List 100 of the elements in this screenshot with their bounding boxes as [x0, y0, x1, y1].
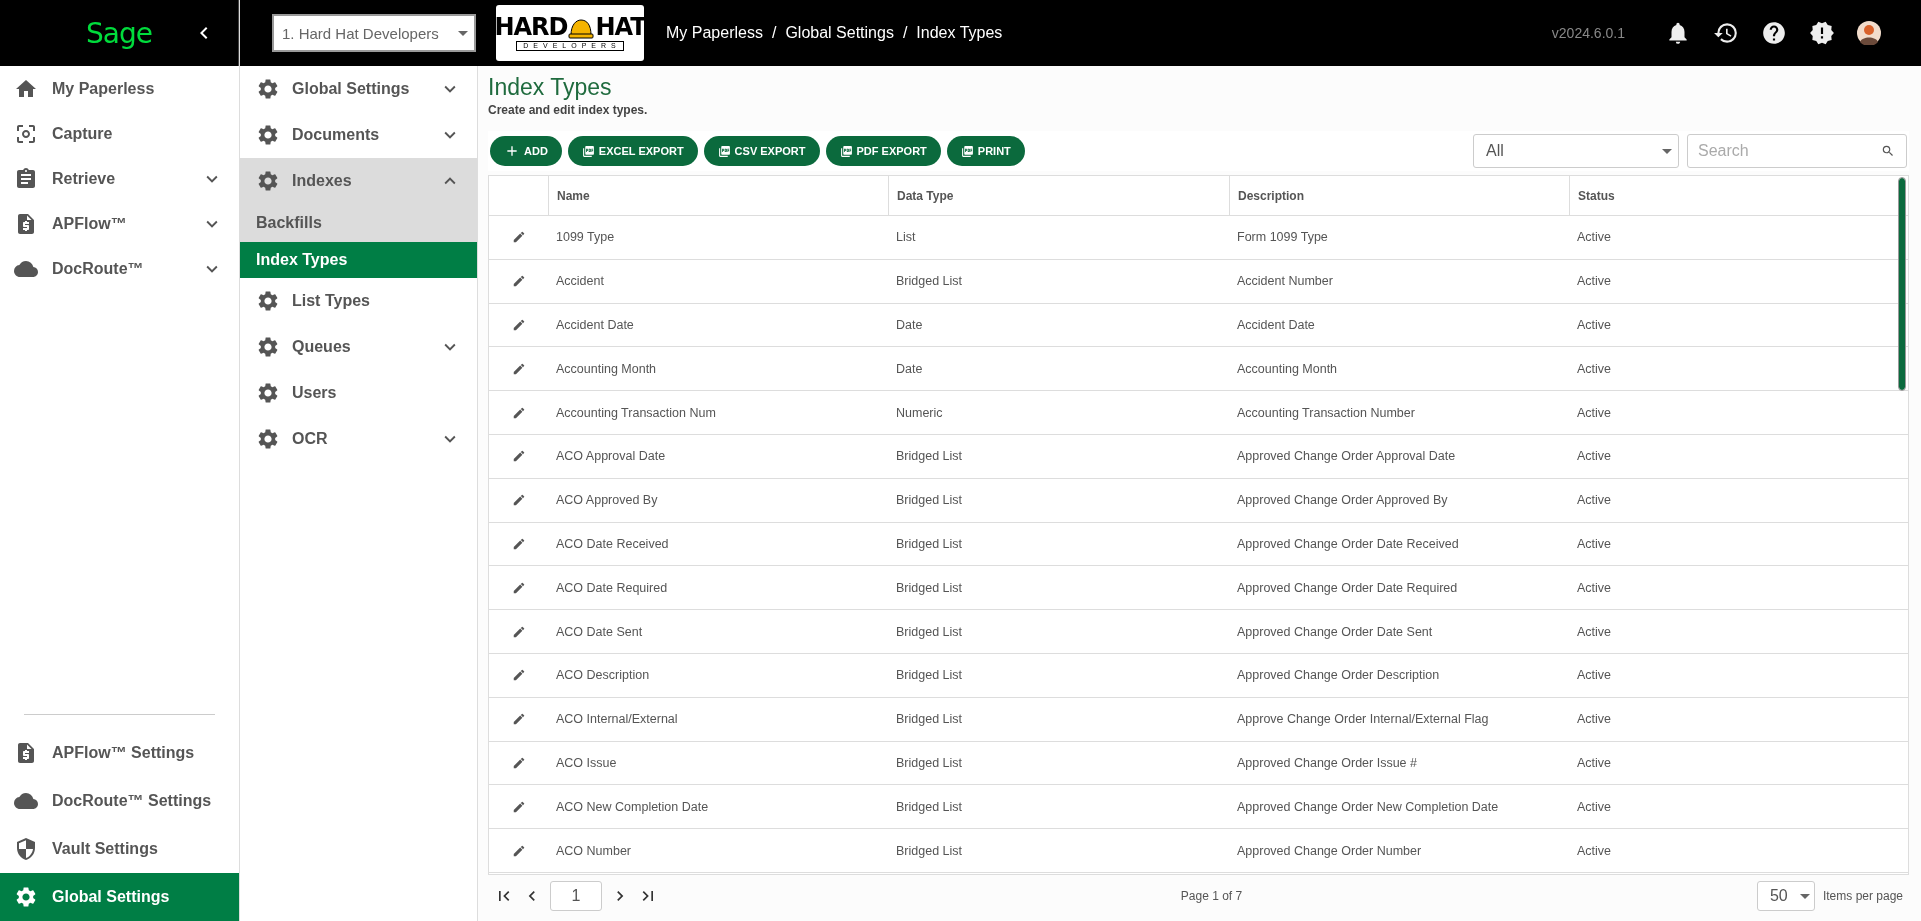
page-number-field[interactable]: 1 — [550, 881, 602, 911]
table-cell: Bridged List — [896, 668, 962, 683]
table-cell: Bridged List — [896, 843, 962, 858]
export-button[interactable]: PRINT — [946, 136, 1025, 166]
column-header[interactable]: Data Type — [897, 188, 954, 203]
logo-word: HARD — [494, 14, 568, 39]
table-cell: Active — [1577, 405, 1612, 420]
table-cell: Numeric — [896, 405, 943, 420]
table-cell: Active — [1577, 580, 1612, 595]
table-cell: ACO New Completion Date — [556, 799, 709, 814]
export-button[interactable]: PDF EXPORT — [825, 136, 941, 166]
table-cell: ACO Description — [556, 668, 650, 683]
table-cell: Approved Change Order Date Required — [1237, 580, 1458, 595]
table-cell: Approved Change Order New Completion Date — [1237, 799, 1499, 814]
caret-icon — [1799, 893, 1810, 899]
clipboard-icon — [14, 166, 38, 191]
table-cell: Active — [1577, 843, 1612, 858]
plus-icon — [504, 143, 520, 159]
settings-icon — [256, 123, 280, 147]
alert-badge-icon[interactable] — [1809, 20, 1835, 46]
column-header[interactable]: Description — [1238, 188, 1304, 203]
nav-item[interactable]: APFlow™ Settings — [0, 729, 239, 777]
breadcrumb-link[interactable]: My Paperless — [666, 24, 763, 42]
table-cell: Active — [1577, 493, 1612, 508]
page-size-label: Items per page — [1822, 889, 1903, 903]
table-cell: ACO Issue — [556, 755, 617, 770]
subnav-item[interactable]: OCR — [240, 416, 477, 462]
table-cell: Active — [1577, 712, 1612, 727]
subnav-item[interactable]: Documents — [240, 112, 477, 158]
table-cell: Approved Change Order Description — [1237, 668, 1440, 683]
subnav-item[interactable]: List Types — [240, 278, 477, 324]
avatar-icon[interactable] — [1857, 21, 1881, 45]
column-header[interactable]: Status — [1578, 188, 1615, 203]
table-cell: Bridged List — [896, 755, 962, 770]
table-cell: ACO Number — [556, 843, 632, 858]
table-cell: ACO Date Received — [556, 536, 669, 551]
nav-item[interactable]: DocRoute™ Settings — [0, 777, 239, 825]
table-cell: ACO Internal/External — [556, 712, 678, 727]
nav-item[interactable]: Capture — [0, 111, 239, 156]
export-button[interactable]: EXCEL EXPORT — [567, 136, 698, 166]
table-cell: Accounting Transaction Num — [556, 405, 716, 420]
history-icon[interactable] — [1713, 20, 1739, 46]
subnav-item[interactable]: Users — [240, 370, 477, 416]
status-filter-select[interactable]: All — [1473, 134, 1679, 168]
nav-item[interactable]: Retrieve — [0, 156, 239, 201]
table-cell: Accident Date — [1237, 318, 1315, 332]
table-cell: Accounting Month — [556, 361, 657, 376]
table-cell: Approved Change Order Date Sent — [1237, 624, 1433, 639]
document-icon — [839, 144, 853, 158]
nav-item[interactable]: My Paperless — [0, 66, 239, 111]
table-cell: Form 1099 Type — [1237, 230, 1328, 245]
nav-item[interactable]: APFlow™ — [0, 201, 239, 246]
document-icon — [581, 144, 595, 158]
table-cell: Date — [896, 361, 923, 376]
table-cell: Active — [1577, 274, 1612, 289]
table-cell: Approved Change Order Number — [1237, 843, 1422, 858]
settings-icon — [256, 169, 280, 193]
table-cell: Bridged List — [896, 580, 962, 595]
logo-word: HAT — [595, 14, 646, 39]
table-cell: Approve Change Order Internal/External Flag — [1237, 712, 1489, 727]
table-cell: Bridged List — [896, 624, 962, 639]
table-cell: Active — [1577, 361, 1612, 376]
table-cell: Approved Change Order Date Received — [1237, 536, 1459, 551]
shield-lock-icon — [14, 837, 38, 861]
breadcrumb-link[interactable]: Global Settings — [785, 24, 894, 42]
export-button[interactable]: CSV EXPORT — [703, 136, 820, 166]
table-cell: Active — [1577, 624, 1612, 639]
table-cell: Accident Date — [556, 318, 634, 332]
company-select[interactable]: 1. Hard Hat Developers — [272, 14, 476, 52]
table-cell: Accident — [556, 274, 604, 289]
table-cell: Accounting Month — [1237, 361, 1338, 376]
table-cell: Bridged List — [896, 799, 962, 814]
document-icon — [717, 144, 731, 158]
document-icon — [960, 144, 974, 158]
table-cell: Active — [1577, 755, 1612, 770]
table-cell: Approved Change Order Approval Date — [1237, 449, 1456, 464]
breadcrumb-separator: / — [902, 24, 908, 42]
add-button[interactable]: ADD — [490, 136, 562, 166]
caret-icon — [458, 30, 468, 36]
column-header[interactable]: Name — [557, 188, 590, 203]
subnav-item[interactable]: Global Settings — [240, 66, 477, 112]
page-subtitle: Create and edit index types. — [488, 103, 649, 117]
table-cell: Active — [1577, 536, 1612, 551]
search-field[interactable]: Search — [1687, 134, 1907, 168]
help-icon[interactable] — [1761, 20, 1787, 46]
nav-item[interactable]: DocRoute™ — [0, 246, 239, 291]
table-cell: Active — [1577, 318, 1612, 332]
table-cell: ACO Date Required — [556, 580, 668, 595]
subnav-item[interactable]: Index Types — [240, 242, 477, 278]
nav-item[interactable]: Vault Settings — [0, 825, 239, 873]
scrollbar-thumb[interactable] — [1899, 178, 1905, 390]
breadcrumb-link[interactable]: Index Types — [916, 24, 1003, 42]
nav-item[interactable]: Global Settings — [0, 873, 239, 921]
settings-icon — [256, 335, 280, 359]
table-cell: Bridged List — [896, 712, 962, 727]
page-size-select[interactable]: 50 — [1756, 881, 1815, 911]
table-cell: Bridged List — [896, 449, 962, 464]
table-cell: ACO Date Sent — [556, 624, 643, 639]
subnav-item[interactable]: Queues — [240, 324, 477, 370]
version-text: v2024.6.0.1 — [1551, 25, 1625, 41]
